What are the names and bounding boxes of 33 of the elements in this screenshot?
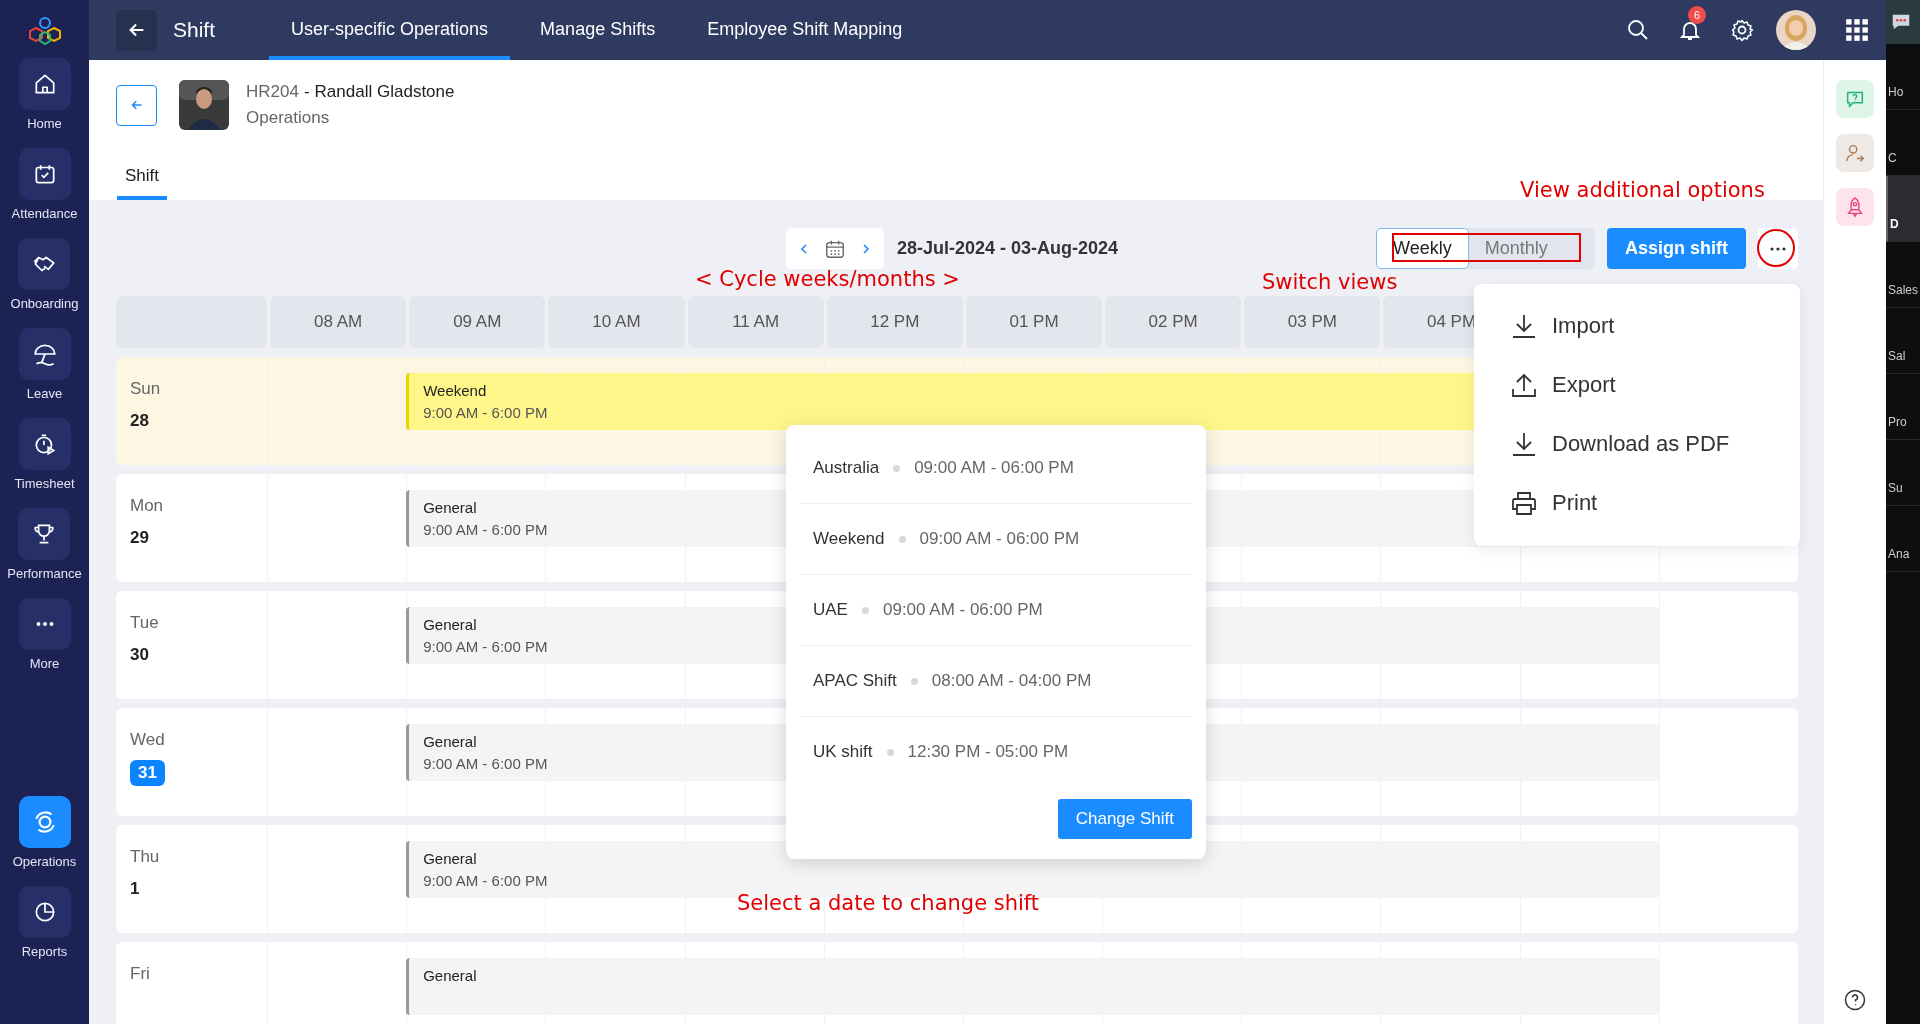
date-range: 28-Jul-2024 - 03-Aug-2024 — [897, 238, 1119, 259]
hour-header: 03 PM — [1244, 296, 1381, 348]
notification-badge: 6 — [1688, 6, 1706, 24]
date-number: 1 — [130, 878, 140, 900]
date-number: 30 — [130, 644, 149, 666]
hour-header: 09 AM — [409, 296, 546, 348]
separator: - — [303, 82, 310, 102]
menu-label: Print — [1552, 489, 1598, 516]
menu-label: Download as PDF — [1552, 430, 1730, 457]
date-number: 29 — [130, 527, 149, 549]
employee-name: Randall Gladstone — [314, 82, 455, 102]
hour-header: 02 PM — [1105, 296, 1242, 348]
menu-label: Import — [1552, 312, 1615, 339]
weekday-label: Tue — [130, 613, 159, 633]
weekday-label: Fri — [130, 964, 150, 984]
weekday-label: Wed — [130, 730, 165, 750]
employee-id: HR204 — [246, 82, 299, 102]
module-title: Shift — [173, 18, 216, 42]
hour-header: 10 AM — [548, 296, 685, 348]
annotation-text: Switch views — [1262, 270, 1398, 294]
hour-header: 01 PM — [965, 296, 1103, 348]
annotation-text: < Cycle weeks/months > — [695, 267, 960, 291]
weekday-label: Thu — [130, 847, 160, 867]
annotation-text: View additional options — [1520, 178, 1765, 202]
date-number: 31 — [130, 760, 165, 786]
date-number: 28 — [130, 410, 149, 432]
menu-label: Export — [1552, 371, 1616, 398]
hour-header: 11 AM — [687, 296, 824, 348]
weekday-label: Sun — [130, 379, 161, 399]
hour-header: 08 AM — [270, 296, 407, 348]
hour-header: 12 PM — [826, 296, 963, 348]
department-label: Operations — [246, 108, 331, 128]
weekday-label: Mon — [130, 496, 164, 516]
